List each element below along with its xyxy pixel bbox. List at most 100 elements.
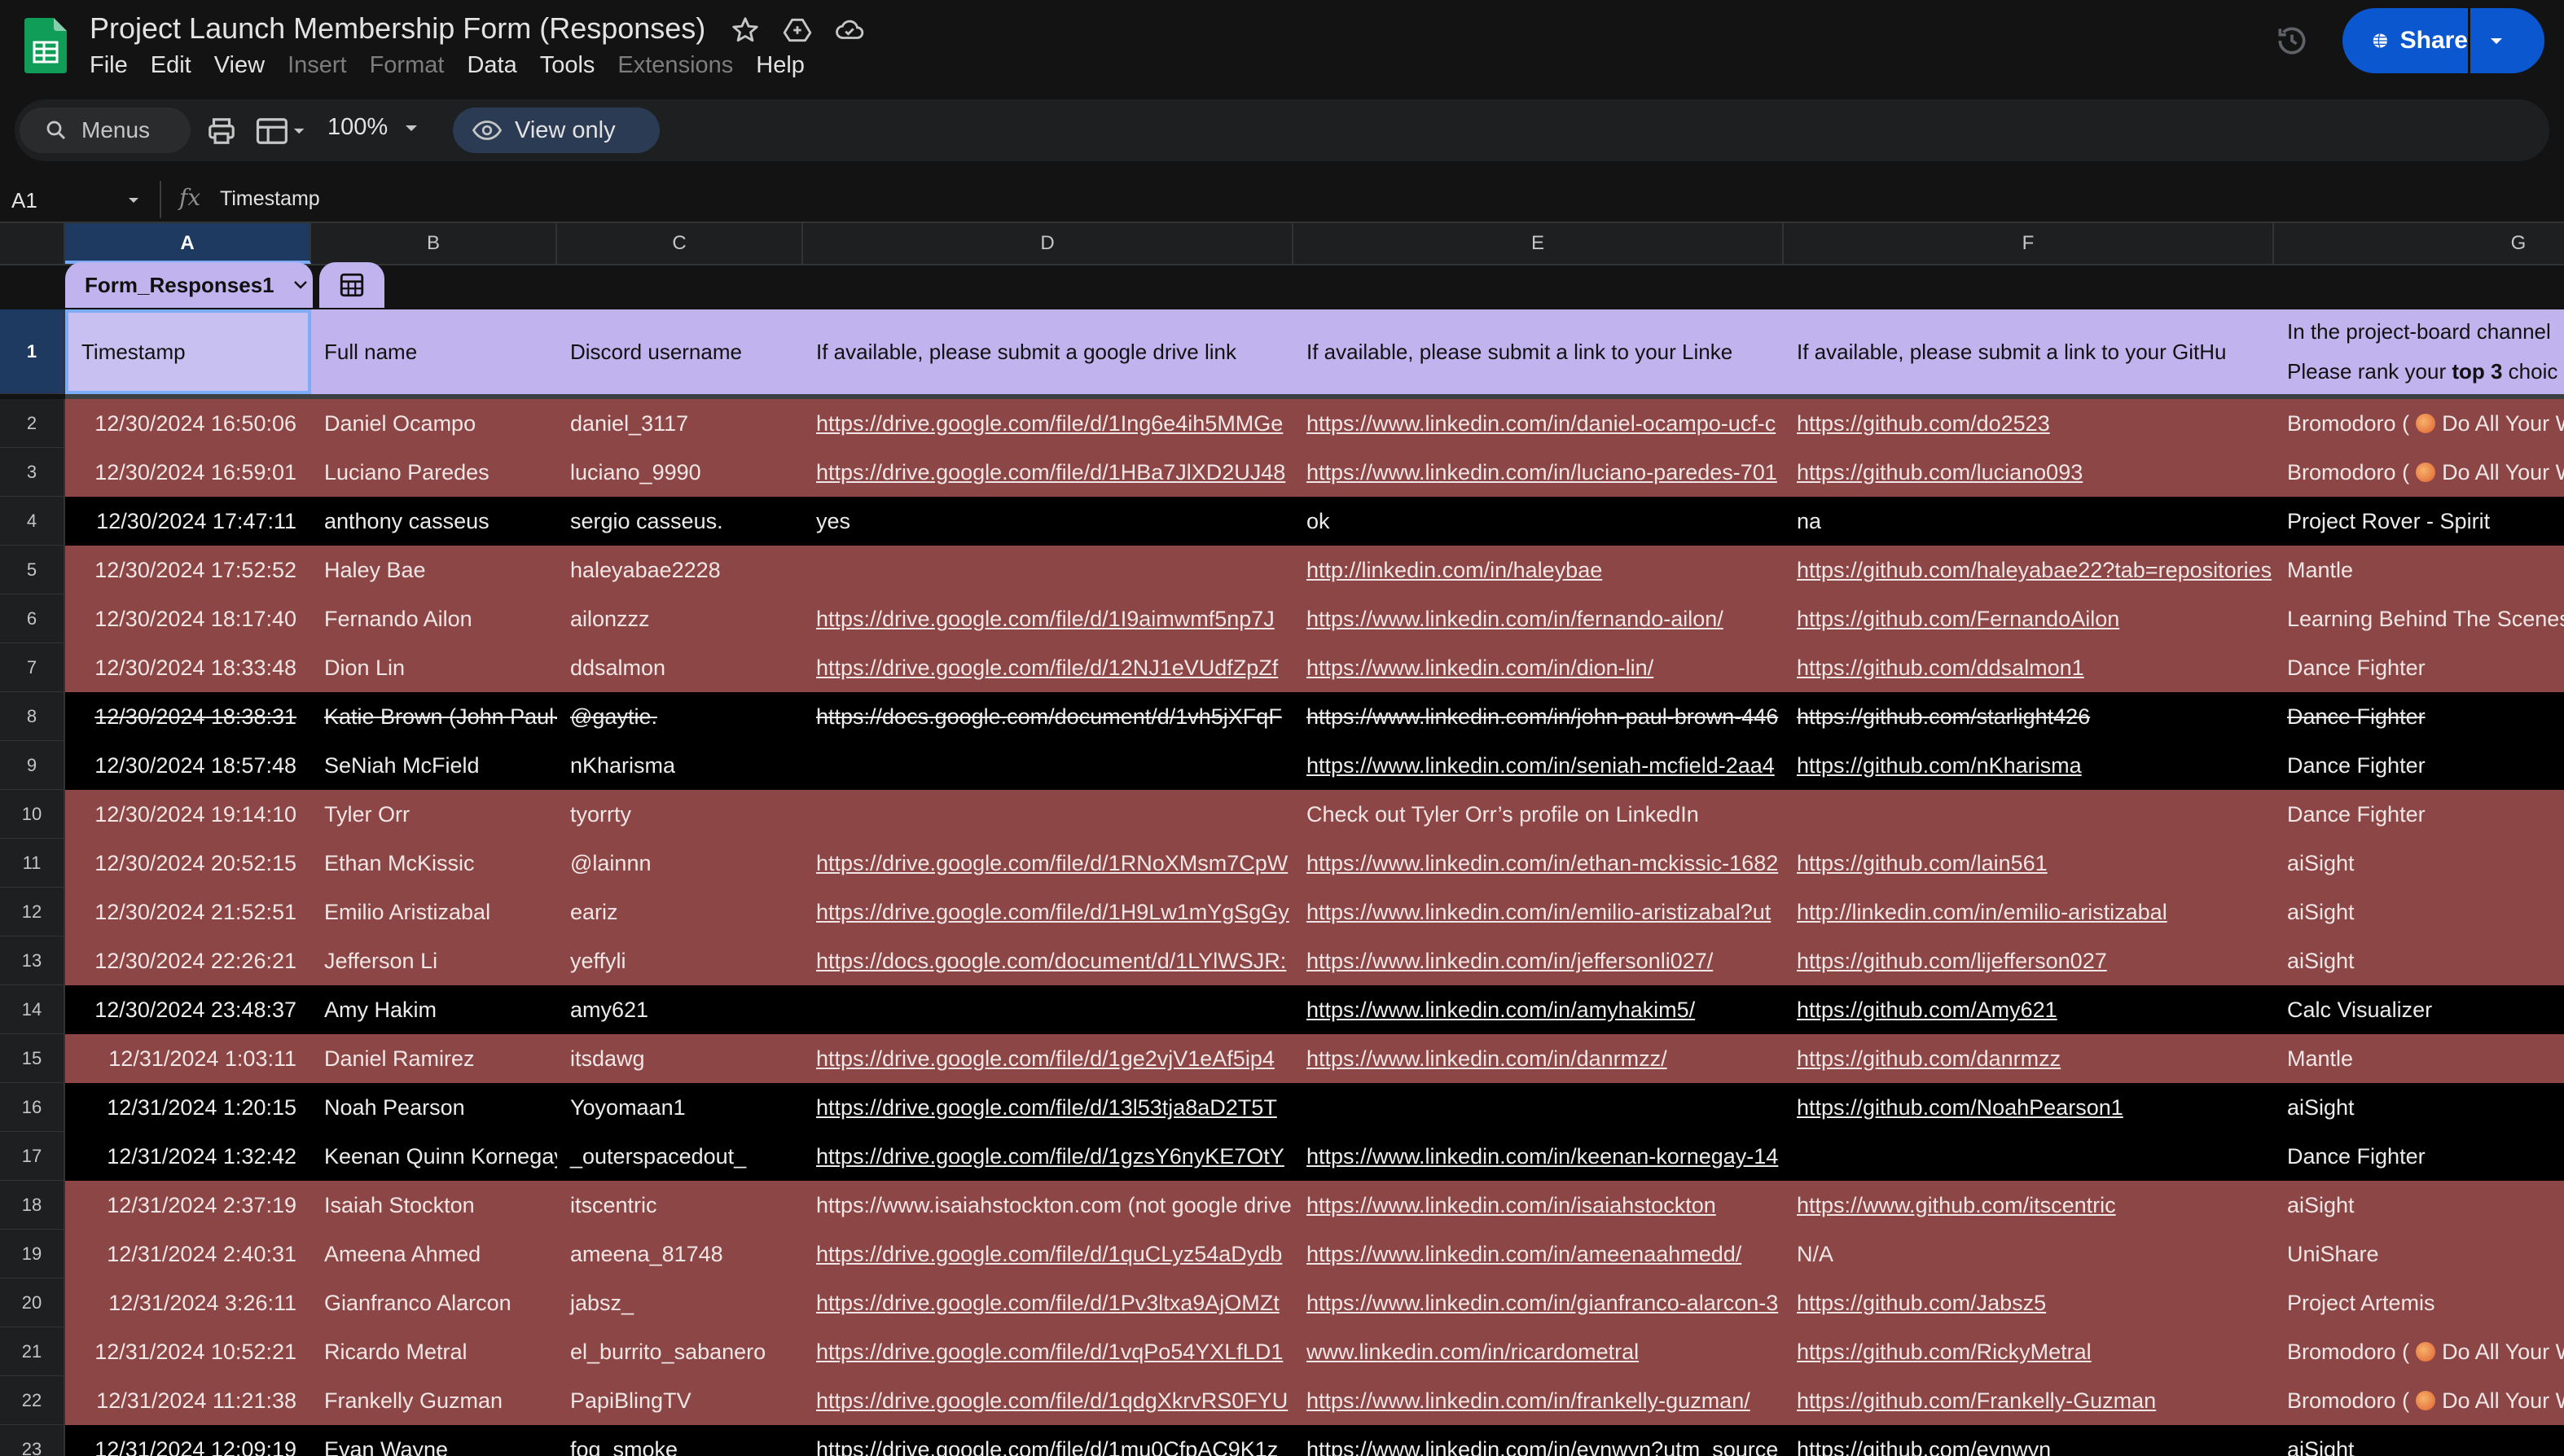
linkedin-cell[interactable]: https://www.linkedin.com/in/ameenaahmedd…: [1293, 1230, 1784, 1278]
share-options-dropdown[interactable]: [2470, 8, 2522, 73]
share-main-button[interactable]: Share: [2342, 8, 2468, 73]
column-header-e[interactable]: E: [1293, 223, 1784, 264]
discord-cell[interactable]: luciano_9990: [557, 448, 803, 497]
github-cell[interactable]: https://github.com/Jabsz5: [1784, 1278, 2274, 1327]
linkedin-cell[interactable]: https://www.linkedin.com/in/frankelly-gu…: [1293, 1376, 1784, 1425]
column-header-f[interactable]: F: [1784, 223, 2274, 264]
discord-cell[interactable]: ddsalmon: [557, 643, 803, 692]
timestamp-cell[interactable]: 12/30/2024 17:47:11: [65, 497, 311, 546]
github-cell[interactable]: N/A: [1784, 1230, 2274, 1278]
history-icon[interactable]: [2274, 23, 2310, 59]
github-cell[interactable]: na: [1784, 497, 2274, 546]
linkedin-cell[interactable]: https://www.linkedin.com/in/danrmzz/: [1293, 1034, 1784, 1083]
project-choice-cell[interactable]: aiSight: [2274, 1181, 2564, 1230]
row-number[interactable]: 20: [0, 1278, 65, 1327]
full-name-cell[interactable]: Ameena Ahmed: [311, 1230, 557, 1278]
project-choice-cell[interactable]: aiSight: [2274, 1425, 2564, 1456]
discord-cell[interactable]: haleyabae2228: [557, 546, 803, 594]
menu-extensions[interactable]: Extensions: [617, 52, 749, 79]
project-choice-cell[interactable]: Dance Fighter: [2274, 1132, 2564, 1181]
linkedin-cell[interactable]: https://www.linkedin.com/in/ethan-mckiss…: [1293, 839, 1784, 888]
table-options-button[interactable]: [319, 262, 384, 308]
drive-link-cell[interactable]: https://drive.google.com/file/d/1vqPo54Y…: [803, 1327, 1293, 1376]
project-choice-cell[interactable]: aiSight: [2274, 1083, 2564, 1132]
discord-cell[interactable]: eariz: [557, 888, 803, 936]
menu-file[interactable]: File: [90, 52, 144, 79]
row-number[interactable]: 18: [0, 1181, 65, 1230]
drive-link-cell[interactable]: https://drive.google.com/file/d/1quCLyz5…: [803, 1230, 1293, 1278]
discord-cell[interactable]: el_burrito_sabanero: [557, 1327, 803, 1376]
full-name-cell[interactable]: Emilio Aristizabal: [311, 888, 557, 936]
linkedin-cell[interactable]: https://www.linkedin.com/in/luciano-pare…: [1293, 448, 1784, 497]
timestamp-cell[interactable]: 12/31/2024 1:20:15: [65, 1083, 311, 1132]
full-name-cell[interactable]: Ricardo Metral: [311, 1327, 557, 1376]
menu-help[interactable]: Help: [756, 52, 821, 79]
timestamp-cell[interactable]: 12/31/2024 1:32:42: [65, 1132, 311, 1181]
menu-view[interactable]: View: [214, 52, 281, 79]
timestamp-cell[interactable]: 12/30/2024 18:38:31: [65, 692, 311, 741]
drive-link-cell[interactable]: [803, 546, 1293, 594]
header-discord-username[interactable]: Discord username: [557, 309, 803, 394]
header-google-drive-link[interactable]: If available, please submit a google dri…: [803, 309, 1293, 394]
github-cell[interactable]: https://github.com/nKharisma: [1784, 741, 2274, 790]
full-name-cell[interactable]: Isaiah Stockton: [311, 1181, 557, 1230]
drive-link-cell[interactable]: https://drive.google.com/file/d/1HBa7JlX…: [803, 448, 1293, 497]
timestamp-cell[interactable]: 12/30/2024 18:17:40: [65, 594, 311, 643]
timestamp-cell[interactable]: 12/31/2024 1:03:11: [65, 1034, 311, 1083]
linkedin-cell[interactable]: https://www.linkedin.com/in/fernando-ail…: [1293, 594, 1784, 643]
discord-cell[interactable]: daniel_3117: [557, 399, 803, 448]
github-cell[interactable]: https://github.com/lijefferson027: [1784, 936, 2274, 985]
project-choice-cell[interactable]: Mantle: [2274, 1034, 2564, 1083]
linkedin-cell[interactable]: https://www.linkedin.com/in/gianfranco-a…: [1293, 1278, 1784, 1327]
select-all-corner[interactable]: [0, 223, 65, 264]
drive-link-cell[interactable]: [803, 790, 1293, 839]
timestamp-cell[interactable]: 12/30/2024 19:14:10: [65, 790, 311, 839]
name-box[interactable]: A1: [11, 182, 148, 218]
project-choice-cell[interactable]: Bromodoro (Do All Your W: [2274, 1327, 2564, 1376]
row-number[interactable]: 1: [0, 309, 65, 394]
print-icon[interactable]: [205, 116, 238, 147]
timestamp-cell[interactable]: 12/31/2024 3:26:11: [65, 1278, 311, 1327]
row-number[interactable]: 11: [0, 839, 65, 888]
discord-cell[interactable]: @gaytie.: [557, 692, 803, 741]
discord-cell[interactable]: PapiBlingTV: [557, 1376, 803, 1425]
menu-format[interactable]: Format: [370, 52, 461, 79]
discord-cell[interactable]: amy621: [557, 985, 803, 1034]
full-name-cell[interactable]: Ethan McKissic: [311, 839, 557, 888]
github-cell[interactable]: https://github.com/haleyabae22?tab=repos…: [1784, 546, 2274, 594]
linkedin-cell[interactable]: https://www.linkedin.com/in/seniah-mcfie…: [1293, 741, 1784, 790]
row-number[interactable]: 17: [0, 1132, 65, 1181]
discord-cell[interactable]: fog_smoke: [557, 1425, 803, 1456]
star-icon[interactable]: [730, 15, 761, 46]
header-project-ranking[interactable]: In the project-board channel Please rank …: [2274, 309, 2564, 394]
timestamp-cell[interactable]: 12/31/2024 10:52:21: [65, 1327, 311, 1376]
linkedin-cell[interactable]: Check out Tyler Orr’s profile on LinkedI…: [1293, 790, 1784, 839]
view-only-button[interactable]: View only: [453, 107, 660, 153]
discord-cell[interactable]: ameena_81748: [557, 1230, 803, 1278]
header-full-name[interactable]: Full name: [311, 309, 557, 394]
linkedin-cell[interactable]: https://www.linkedin.com/in/isaiahstockt…: [1293, 1181, 1784, 1230]
move-to-drive-icon[interactable]: [782, 15, 813, 46]
row-number[interactable]: 5: [0, 546, 65, 594]
github-cell[interactable]: https://www.github.com/itscentric: [1784, 1181, 2274, 1230]
timestamp-cell[interactable]: 12/30/2024 17:52:52: [65, 546, 311, 594]
linkedin-cell[interactable]: [1293, 1083, 1784, 1132]
discord-cell[interactable]: itscentric: [557, 1181, 803, 1230]
menus-search[interactable]: Menus: [20, 107, 191, 153]
menu-data[interactable]: Data: [467, 52, 533, 79]
linkedin-cell[interactable]: https://www.linkedin.com/in/daniel-ocamp…: [1293, 399, 1784, 448]
row-number[interactable]: 16: [0, 1083, 65, 1132]
column-header-c[interactable]: C: [557, 223, 803, 264]
github-cell[interactable]: https://github.com/starlight426: [1784, 692, 2274, 741]
project-choice-cell[interactable]: Learning Behind The Scenes: [2274, 594, 2564, 643]
drive-link-cell[interactable]: https://docs.google.com/document/d/1vh5j…: [803, 692, 1293, 741]
document-title[interactable]: Project Launch Membership Form (Response…: [90, 11, 705, 46]
project-choice-cell[interactable]: Dance Fighter: [2274, 741, 2564, 790]
full-name-cell[interactable]: Dion Lin: [311, 643, 557, 692]
menu-tools[interactable]: Tools: [540, 52, 612, 79]
column-header-a[interactable]: A: [65, 223, 311, 264]
discord-cell[interactable]: yeffyli: [557, 936, 803, 985]
project-choice-cell[interactable]: Bromodoro (Do All Your W: [2274, 448, 2564, 497]
drive-link-cell[interactable]: https://drive.google.com/file/d/1I9aimwm…: [803, 594, 1293, 643]
full-name-cell[interactable]: Katie Brown (John Paul-: [311, 692, 557, 741]
